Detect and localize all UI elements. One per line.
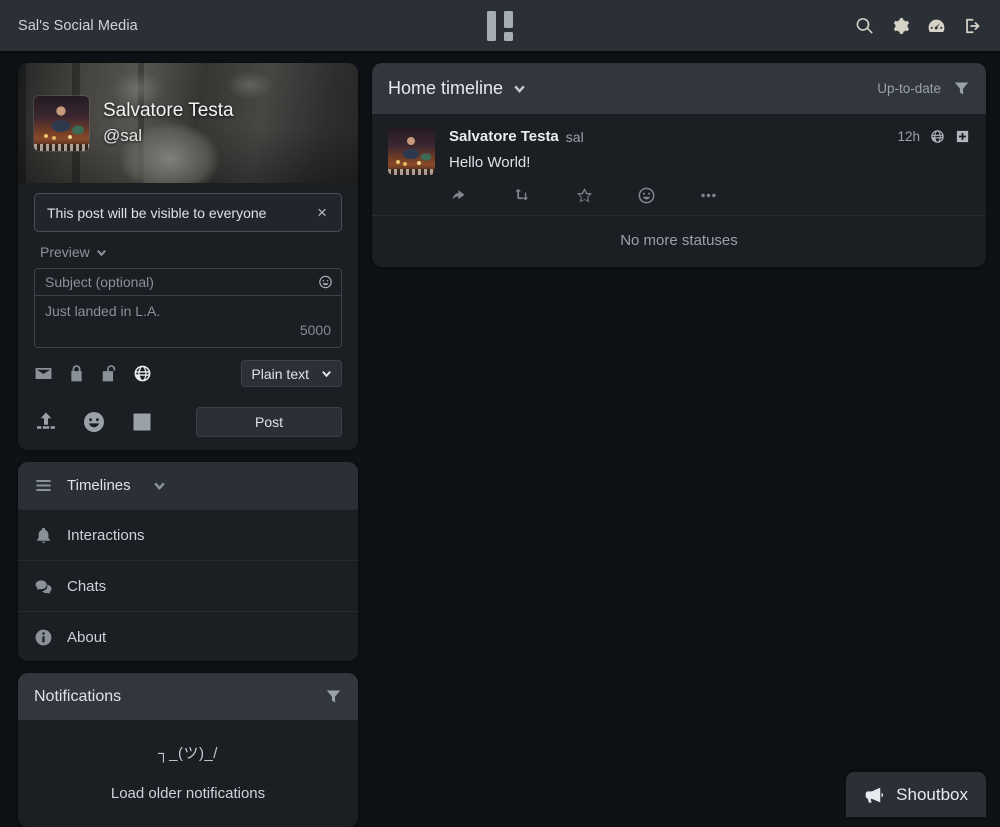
lock-open-icon[interactable]	[100, 364, 119, 383]
repeat-icon[interactable]	[513, 186, 532, 205]
subject-placeholder: Subject (optional)	[45, 274, 154, 290]
timeline-status-badge: Up-to-date	[877, 81, 941, 96]
emoji-icon[interactable]	[318, 275, 333, 290]
scope-notice-text: This post will be visible to everyone	[47, 205, 266, 221]
table-row[interactable]: Salvatore Testa sal 12h Hello Wor	[372, 114, 986, 216]
megaphone-icon	[864, 785, 884, 805]
bell-icon	[34, 526, 53, 545]
visibility-and-format-row: Plain text	[34, 360, 342, 387]
post-button[interactable]: Post	[196, 407, 342, 437]
chat-bubbles-icon	[34, 577, 53, 596]
status-display-name[interactable]: Salvatore Testa	[449, 128, 559, 145]
timeline-header-right: Up-to-date	[877, 80, 970, 97]
gear-icon[interactable]	[891, 16, 910, 35]
topbar-actions	[855, 16, 982, 35]
shoutbox-label: Shoutbox	[896, 785, 968, 805]
chevron-down-icon[interactable]	[153, 479, 166, 492]
profile-summary[interactable]: Salvatore Testa @sal	[18, 63, 358, 183]
user-avatar[interactable]	[34, 96, 89, 151]
profile-names: Salvatore Testa @sal	[103, 98, 234, 148]
emoji-icon[interactable]	[82, 410, 106, 434]
expand-icon[interactable]	[955, 129, 970, 144]
status-content: Hello World!	[449, 154, 970, 171]
sidebar-item-label: Chats	[67, 578, 106, 595]
notifications-panel: Notifications ┐_(ツ)_/ Load older notific…	[18, 673, 358, 827]
load-older-notifications-button[interactable]: Load older notifications	[18, 785, 358, 802]
more-ellipsis-icon[interactable]	[699, 186, 718, 205]
subject-input[interactable]: Subject (optional)	[34, 268, 342, 296]
main-content: Home timeline Up-to-date Salvatore Testa	[372, 63, 986, 827]
profile-and-compose-panel: Salvatore Testa @sal This post will be v…	[18, 63, 358, 450]
info-circle-icon	[34, 628, 53, 647]
shoutbox-button[interactable]: Shoutbox	[846, 772, 986, 817]
timeline-footer: No more statuses	[372, 216, 986, 267]
poll-icon[interactable]	[130, 410, 154, 434]
status-actions	[449, 186, 970, 205]
logo-bar-left	[487, 11, 496, 41]
search-icon[interactable]	[855, 16, 874, 35]
notifications-empty-state: ┐_(ツ)_/ Load older notifications	[18, 720, 358, 827]
preview-toggle[interactable]: Preview	[40, 244, 342, 260]
globe-icon[interactable]	[930, 129, 945, 144]
profile-handle: @sal	[103, 124, 234, 149]
sidebar-item-about[interactable]: About	[18, 611, 358, 661]
format-select[interactable]: Plain text	[241, 360, 342, 387]
logout-icon[interactable]	[963, 16, 982, 35]
timeline-header: Home timeline Up-to-date	[372, 63, 986, 114]
status-body: Salvatore Testa sal 12h Hello Wor	[449, 128, 970, 205]
shrug-emoticon: ┐_(ツ)_/	[18, 742, 358, 763]
profile-banner: Salvatore Testa @sal	[18, 63, 358, 183]
status-placeholder: Just landed in L.A.	[45, 303, 331, 319]
logo-bar-right-top	[504, 11, 513, 28]
lock-closed-icon[interactable]	[67, 364, 86, 383]
chevron-down-icon[interactable]	[513, 82, 526, 95]
funnel-icon[interactable]	[325, 688, 342, 705]
upload-icon[interactable]	[34, 410, 58, 434]
top-navigation-bar: Sal's Social Media	[0, 0, 1000, 51]
close-icon[interactable]: ×	[315, 204, 329, 221]
profile-display-name: Salvatore Testa	[103, 98, 234, 124]
sidebar-item-interactions[interactable]: Interactions	[18, 509, 358, 560]
reply-icon[interactable]	[451, 186, 470, 205]
timeline-panel: Home timeline Up-to-date Salvatore Testa	[372, 63, 986, 267]
compose-actions: Post	[34, 407, 342, 437]
notifications-title: Notifications	[34, 688, 121, 706]
notifications-header: Notifications	[18, 673, 358, 720]
chevron-down-icon	[96, 247, 107, 258]
post-status-form: This post will be visible to everyone × …	[18, 183, 358, 450]
format-select-value: Plain text	[251, 366, 309, 382]
site-name: Sal's Social Media	[18, 18, 138, 34]
page-title: Home timeline	[388, 78, 503, 99]
status-meta: 12h	[897, 129, 970, 144]
favorite-star-icon[interactable]	[575, 186, 594, 205]
avatar[interactable]	[388, 128, 435, 175]
visibility-selector	[34, 364, 152, 383]
sidebar-item-label: Timelines	[67, 477, 131, 494]
sidebar-item-label: About	[67, 629, 106, 646]
sidebar-item-timelines[interactable]: Timelines	[18, 462, 358, 509]
status-timestamp[interactable]: 12h	[897, 129, 920, 144]
status-header: Salvatore Testa sal 12h	[449, 128, 970, 145]
character-counter: 5000	[45, 322, 331, 338]
emoji-react-icon[interactable]	[637, 186, 656, 205]
status-account-handle[interactable]: sal	[566, 129, 584, 145]
pleroma-logo[interactable]	[487, 11, 513, 41]
preview-label: Preview	[40, 244, 90, 260]
sidebar-item-label: Interactions	[67, 527, 145, 544]
hamburger-icon	[34, 476, 53, 495]
app-layout: Salvatore Testa @sal This post will be v…	[0, 51, 1000, 827]
globe-icon[interactable]	[133, 364, 152, 383]
envelope-icon[interactable]	[34, 364, 53, 383]
chevron-down-icon	[321, 368, 332, 379]
gauge-icon[interactable]	[927, 16, 946, 35]
status-textarea[interactable]: Just landed in L.A. 5000	[34, 296, 342, 348]
funnel-icon[interactable]	[953, 80, 970, 97]
navigation-panel: Timelines Interactions Chats	[18, 462, 358, 661]
sidebar-item-chats[interactable]: Chats	[18, 560, 358, 611]
scope-notice: This post will be visible to everyone ×	[34, 193, 342, 232]
left-sidebar: Salvatore Testa @sal This post will be v…	[18, 63, 358, 827]
logo-bar-right-bottom	[504, 32, 513, 41]
